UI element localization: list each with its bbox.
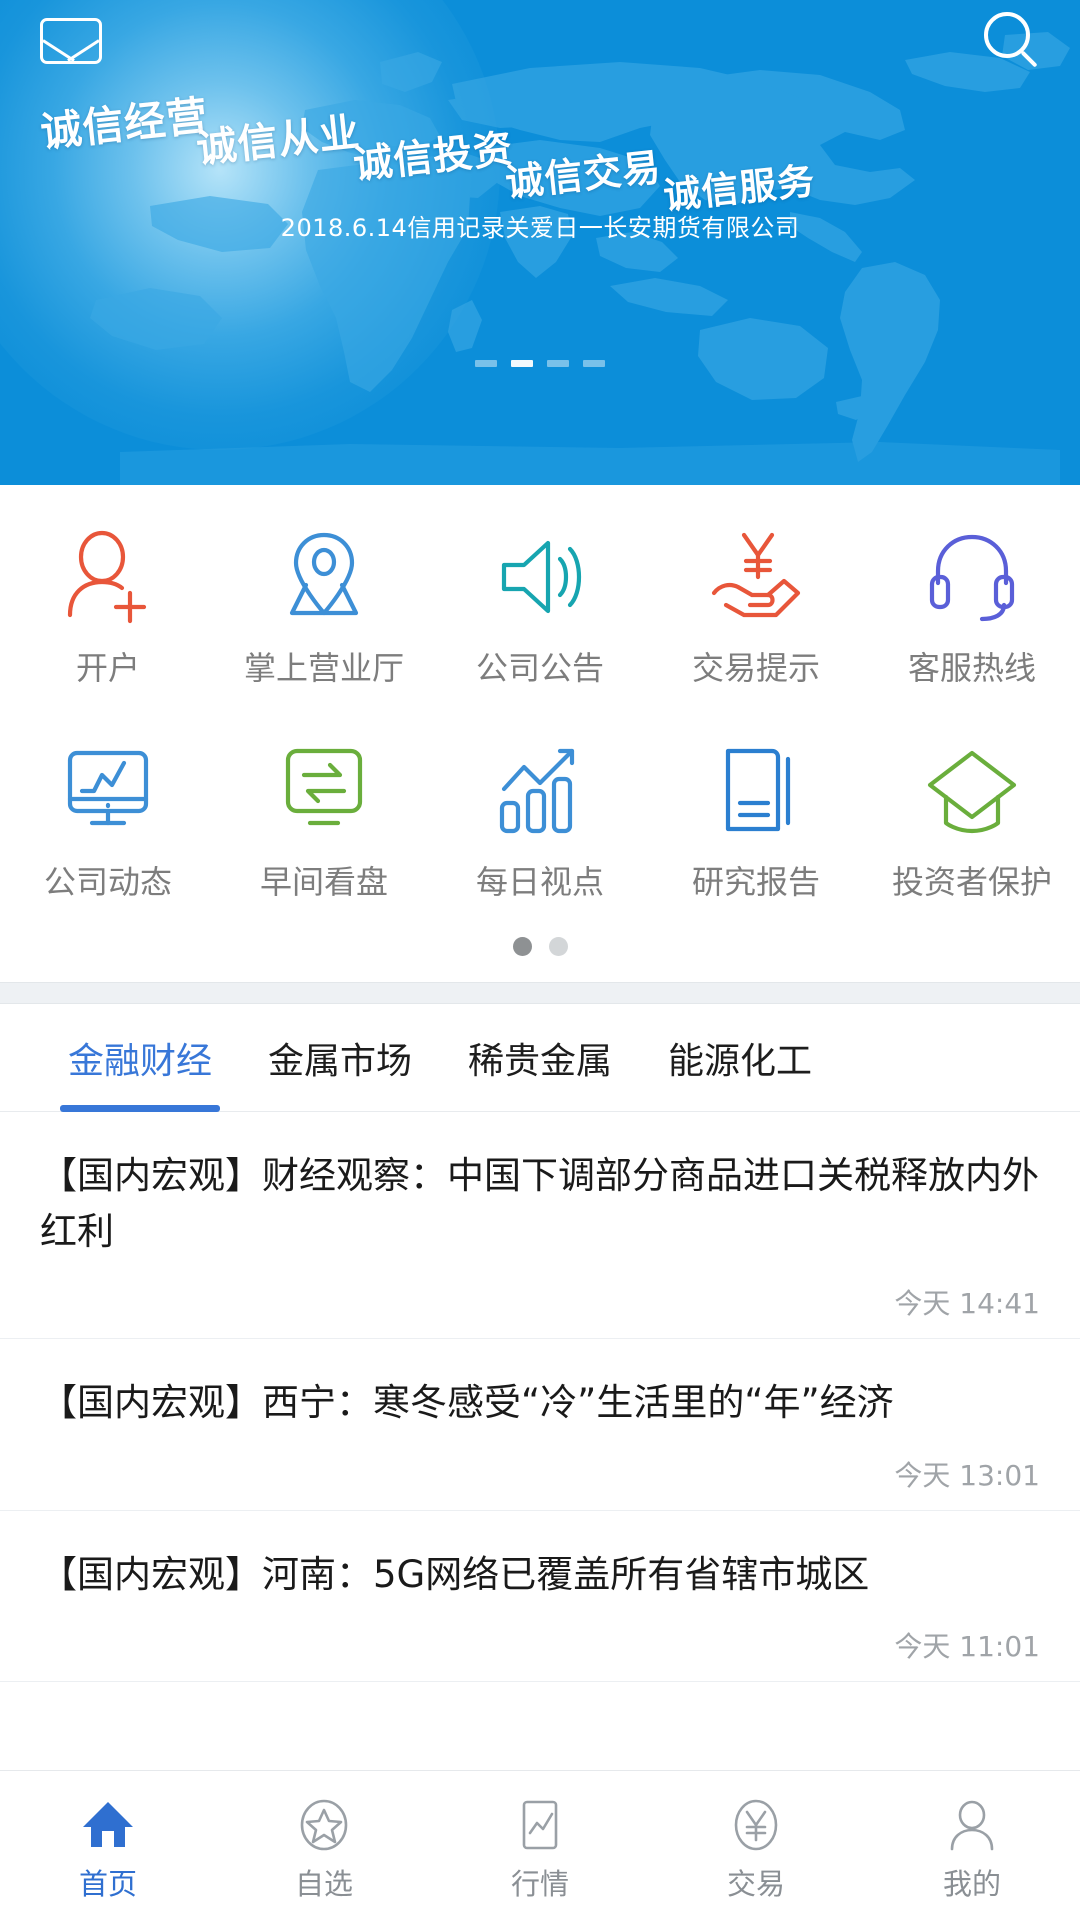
banner-dot-0[interactable] — [475, 360, 497, 367]
nav-item-home[interactable]: 首页 — [0, 1771, 216, 1920]
mail-icon[interactable] — [40, 18, 102, 64]
app-screen: 诚信经营 诚信从业 诚信投资 诚信交易 诚信服务 2018.6.14信用记录关爱… — [0, 0, 1080, 1920]
nav-item-profile[interactable]: 我的 — [864, 1771, 1080, 1920]
shortcut-row-2: 公司动态 早间看盘 每日视点 研究报告 投资者保护 — [0, 733, 1080, 903]
quote-chart-icon — [510, 1795, 570, 1855]
nav-item-watchlist[interactable]: 自选 — [216, 1771, 432, 1920]
graduation-cap-icon — [918, 739, 1026, 843]
tab-energy-chemical[interactable]: 能源化工 — [640, 1004, 840, 1112]
nav-label: 我的 — [942, 1866, 1001, 1901]
shortcut-mobile-hall[interactable]: 掌上营业厅 — [216, 519, 432, 689]
search-icon[interactable] — [984, 12, 1038, 68]
banner-top-bar — [0, 0, 1080, 110]
person-icon — [942, 1795, 1002, 1855]
news-time: 今天 13:01 — [894, 1458, 1040, 1492]
shortcut-label: 早间看盘 — [259, 863, 388, 901]
nav-label: 行情 — [510, 1866, 569, 1901]
shortcut-label: 每日视点 — [475, 863, 604, 901]
shortcut-company-news[interactable]: 公司动态 — [0, 733, 216, 903]
monitor-chart-icon — [54, 739, 162, 843]
shortcut-label: 公司公告 — [475, 649, 604, 687]
shortcut-morning-review[interactable]: 早间看盘 — [216, 733, 432, 903]
banner-pagination[interactable] — [0, 360, 1080, 367]
hand-yen-icon — [702, 525, 810, 629]
news-item[interactable]: 【国内宏观】西宁：寒冬感受“冷”生活里的“年”经济 今天 13:01 — [0, 1339, 1080, 1511]
news-section: 金融财经 金属市场 稀贵金属 能源化工 【国内宏观】财经观察：中国下调部分商品进… — [0, 1004, 1080, 1770]
shortcut-trade-tips[interactable]: 交易提示 — [648, 519, 864, 689]
tab-precious-metals[interactable]: 稀贵金属 — [440, 1004, 640, 1112]
nav-item-quotes[interactable]: 行情 — [432, 1771, 648, 1920]
shortcut-investor-protection[interactable]: 投资者保护 — [864, 733, 1080, 903]
shortcut-label: 公司动态 — [43, 863, 172, 901]
promo-banner[interactable]: 诚信经营 诚信从业 诚信投资 诚信交易 诚信服务 2018.6.14信用记录关爱… — [0, 0, 1080, 485]
banner-dot-3[interactable] — [583, 360, 605, 367]
section-divider — [0, 982, 1080, 1004]
news-time: 今天 14:41 — [894, 1287, 1040, 1321]
nav-label: 自选 — [294, 1866, 353, 1901]
tab-metal-market[interactable]: 金属市场 — [240, 1004, 440, 1112]
shortcut-grid: 开户 掌上营业厅 公司公告 交易提示 客服热线 公司动态 早间看盘 每日视点 研… — [0, 485, 1080, 982]
exchange-screen-icon — [270, 739, 378, 843]
news-item[interactable]: 【国内宏观】财经观察：中国下调部分商品进口关税释放内外红利 今天 14:41 — [0, 1112, 1080, 1340]
banner-caption: 2018.6.14信用记录关爱日一长安期货有限公司 — [280, 214, 800, 242]
nav-item-trade[interactable]: 交易 — [648, 1771, 864, 1920]
bar-growth-icon — [486, 739, 594, 843]
shortcut-research-report[interactable]: 研究报告 — [648, 733, 864, 903]
shortcut-label: 研究报告 — [691, 863, 820, 901]
shortcut-label: 交易提示 — [691, 649, 820, 687]
shortcut-service-hotline[interactable]: 客服热线 — [864, 519, 1080, 689]
location-pin-icon — [270, 525, 378, 629]
shortcut-row-1: 开户 掌上营业厅 公司公告 交易提示 客服热线 — [0, 519, 1080, 689]
tab-financial-news[interactable]: 金融财经 — [40, 1004, 240, 1112]
news-list: 【国内宏观】财经观察：中国下调部分商品进口关税释放内外红利 今天 14:41 【… — [0, 1112, 1080, 1770]
shortcut-daily-view[interactable]: 每日视点 — [432, 733, 648, 903]
nav-label: 首页 — [78, 1866, 137, 1901]
yen-circle-icon — [726, 1795, 786, 1855]
banner-dot-2[interactable] — [547, 360, 569, 367]
news-time: 今天 11:01 — [894, 1629, 1040, 1663]
news-item[interactable]: 【国内宏观】河南：5G网络已覆盖所有省辖市城区 今天 11:01 — [0, 1511, 1080, 1682]
grid-dot-0[interactable] — [512, 937, 532, 956]
row-spacer — [0, 689, 1080, 733]
speaker-icon — [486, 525, 594, 629]
shortcut-announcements[interactable]: 公司公告 — [432, 519, 648, 689]
star-circle-icon — [294, 1795, 354, 1855]
news-title: 【国内宏观】河南：5G网络已覆盖所有省辖市城区 — [40, 1552, 870, 1596]
shortcut-label: 开户 — [75, 649, 140, 687]
home-icon — [78, 1795, 138, 1855]
nav-label: 交易 — [726, 1866, 785, 1901]
bottom-navigation: 首页 自选 行情 交易 我的 — [0, 1770, 1080, 1920]
banner-dot-1[interactable] — [511, 360, 533, 367]
shortcut-label: 掌上营业厅 — [243, 649, 404, 687]
shortcut-label: 投资者保护 — [891, 863, 1052, 901]
shortcut-label: 客服热线 — [907, 649, 1036, 687]
news-title: 【国内宏观】财经观察：中国下调部分商品进口关税释放内外红利 — [40, 1154, 1039, 1254]
user-add-icon — [54, 525, 162, 629]
shortcut-open-account[interactable]: 开户 — [0, 519, 216, 689]
grid-pagination[interactable] — [0, 903, 1080, 982]
news-tabs: 金融财经 金属市场 稀贵金属 能源化工 — [0, 1004, 1080, 1112]
book-icon — [702, 739, 810, 843]
headset-icon — [918, 525, 1026, 629]
grid-dot-1[interactable] — [548, 937, 568, 956]
search-handle — [1020, 50, 1038, 68]
news-title: 【国内宏观】西宁：寒冬感受“冷”生活里的“年”经济 — [40, 1381, 894, 1425]
